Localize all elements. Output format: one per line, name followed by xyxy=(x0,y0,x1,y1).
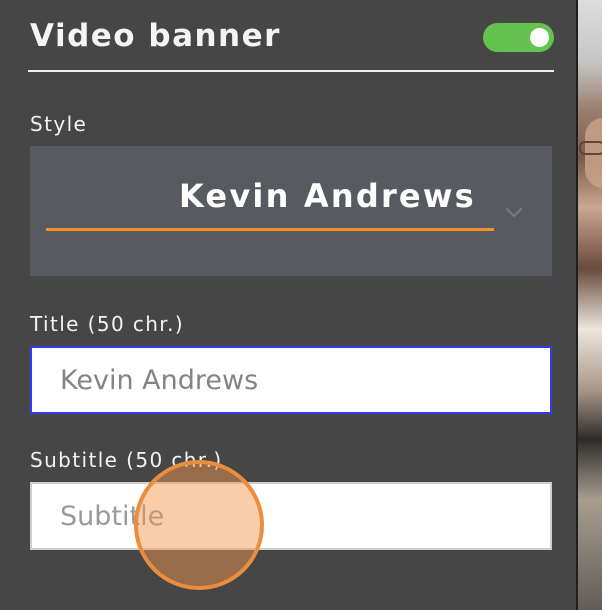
subtitle-input-placeholder: Subtitle xyxy=(60,500,165,532)
video-banner-screen: Video banner Style Kevin Andrews Title (… xyxy=(0,0,602,610)
video-preview xyxy=(578,0,602,610)
toggle-knob xyxy=(530,28,549,47)
style-underline xyxy=(46,228,494,231)
preview-glasses xyxy=(579,141,602,155)
chevron-down-icon xyxy=(505,200,523,218)
subtitle-input[interactable]: Subtitle xyxy=(30,482,552,550)
subtitle-label: Subtitle (50 chr.) xyxy=(30,448,223,472)
panel-header: Video banner xyxy=(28,14,554,72)
panel-title: Video banner xyxy=(30,18,281,54)
style-dropdown[interactable]: Kevin Andrews xyxy=(30,146,552,276)
video-banner-toggle[interactable] xyxy=(483,23,554,52)
style-label: Style xyxy=(30,112,88,136)
title-input[interactable]: Kevin Andrews xyxy=(30,346,552,414)
title-input-value: Kevin Andrews xyxy=(60,364,259,396)
style-selected-value: Kevin Andrews xyxy=(179,177,476,215)
title-label: Title (50 chr.) xyxy=(30,312,185,336)
video-banner-panel: Video banner Style Kevin Andrews Title (… xyxy=(0,0,578,610)
